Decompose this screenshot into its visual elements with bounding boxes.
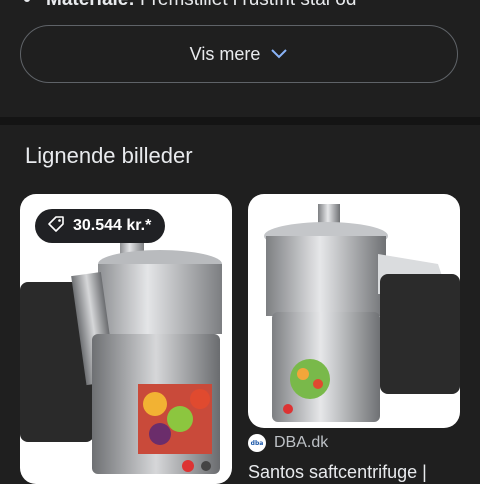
snippet-text: Fremstillet i rustfrit stål od xyxy=(140,0,356,10)
similar-image-card[interactable] xyxy=(248,194,460,428)
result-source[interactable]: dba DBA.dk xyxy=(248,434,328,452)
show-more-button[interactable]: Vis mere xyxy=(20,25,458,83)
show-more-label: Vis mere xyxy=(189,43,261,64)
price-text: 30.544 kr.* xyxy=(73,217,152,234)
chevron-down-icon xyxy=(270,48,288,60)
bullet-point xyxy=(24,0,30,2)
section-title: Lignende billeder xyxy=(25,143,193,168)
section-divider xyxy=(0,117,480,125)
juicer-image xyxy=(264,204,460,422)
tag-icon xyxy=(47,215,65,238)
source-name: DBA.dk xyxy=(274,434,329,451)
similar-image-card[interactable]: 30.544 kr.* xyxy=(20,194,232,484)
dba-favicon-icon: dba xyxy=(248,434,266,452)
price-badge: 30.544 kr.* xyxy=(35,209,166,243)
description-snippet: Materiale: Fremstillet i rustfrit stål o… xyxy=(20,0,460,12)
snippet-label: Materiale: xyxy=(46,0,135,10)
